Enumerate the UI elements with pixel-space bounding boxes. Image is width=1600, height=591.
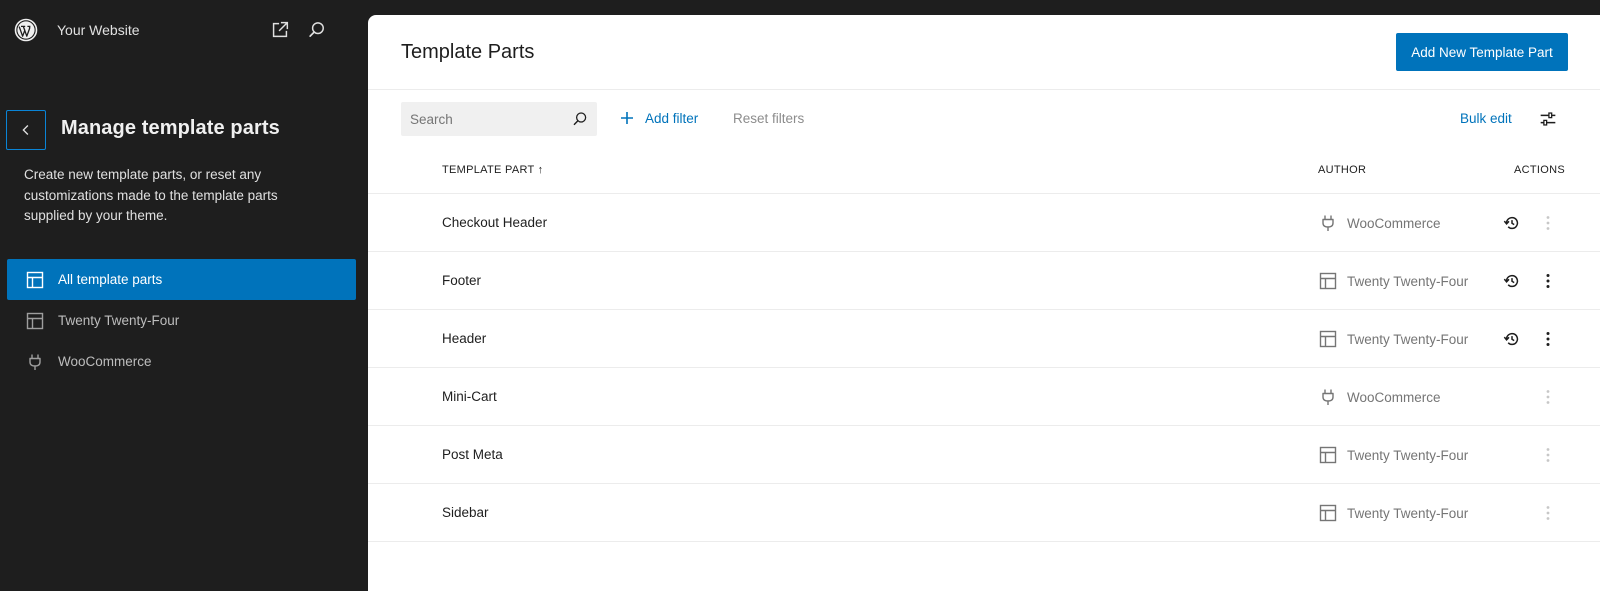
row-author: Twenty Twenty-Four bbox=[1318, 503, 1468, 523]
sidebar: Your Website Manage template parts Creat… bbox=[0, 0, 368, 591]
author-label: WooCommerce bbox=[1347, 215, 1441, 231]
sidebar-item-twenty-twenty-four[interactable]: Twenty Twenty-Four bbox=[7, 300, 356, 341]
plugin-icon bbox=[1322, 389, 1334, 405]
history-icon[interactable] bbox=[1502, 271, 1522, 291]
plugin-icon bbox=[1322, 215, 1334, 231]
sidebar-item-label: WooCommerce bbox=[58, 354, 152, 369]
table-row: Post Meta Twenty Twenty-Four bbox=[368, 426, 1600, 484]
template-part-name[interactable]: Header bbox=[442, 331, 486, 346]
add-filter-button[interactable]: Add filter bbox=[619, 110, 698, 126]
sidebar-topbar: Your Website bbox=[0, 0, 368, 60]
wordpress-logo-icon[interactable] bbox=[14, 18, 38, 42]
row-author: Twenty Twenty-Four bbox=[1318, 271, 1468, 291]
page-title: Template Parts bbox=[401, 41, 535, 63]
more-vertical-icon[interactable] bbox=[1538, 387, 1558, 407]
history-icon[interactable] bbox=[1502, 213, 1522, 233]
sidebar-item-label: All template parts bbox=[58, 272, 163, 287]
history-icon[interactable] bbox=[1502, 329, 1522, 349]
table-row: Checkout Header WooCommerce bbox=[368, 194, 1600, 252]
row-author: WooCommerce bbox=[1318, 387, 1441, 407]
plus-icon bbox=[621, 112, 633, 124]
layout-icon bbox=[26, 312, 44, 329]
author-label: WooCommerce bbox=[1347, 389, 1441, 405]
template-parts-table: Checkout Header WooCommerce Footer Twent… bbox=[368, 194, 1600, 542]
search-input[interactable] bbox=[401, 102, 561, 136]
table-row: Footer Twenty Twenty-Four bbox=[368, 252, 1600, 310]
bulk-edit-button[interactable]: Bulk edit bbox=[1460, 111, 1512, 126]
column-header-actions: Actions bbox=[1514, 164, 1565, 176]
sidebar-item-label: Twenty Twenty-Four bbox=[58, 313, 180, 328]
search-icon[interactable] bbox=[306, 19, 328, 41]
reset-filters-button[interactable]: Reset filters bbox=[733, 111, 804, 126]
sidebar-item-all-template-parts[interactable]: All template parts bbox=[7, 259, 356, 300]
add-filter-label: Add filter bbox=[645, 110, 699, 126]
sidebar-nav: All template parts Twenty Twenty-Four Wo… bbox=[7, 259, 356, 382]
chevron-left-icon bbox=[22, 125, 29, 135]
author-label: Twenty Twenty-Four bbox=[1347, 505, 1469, 521]
more-vertical-icon[interactable] bbox=[1538, 271, 1558, 291]
author-label: Twenty Twenty-Four bbox=[1347, 273, 1469, 289]
table-row: Mini-Cart WooCommerce bbox=[368, 368, 1600, 426]
layout-icon bbox=[1319, 504, 1337, 522]
layout-icon bbox=[1319, 330, 1337, 348]
layout-icon bbox=[1319, 446, 1337, 464]
column-header-template-part[interactable]: Template Part ↑ bbox=[442, 164, 544, 176]
sidebar-title: Manage template parts bbox=[61, 117, 280, 139]
table-row: Header Twenty Twenty-Four bbox=[368, 310, 1600, 368]
sidebar-item-woocommerce[interactable]: WooCommerce bbox=[7, 341, 356, 382]
more-vertical-icon[interactable] bbox=[1538, 445, 1558, 465]
sliders-icon[interactable] bbox=[1537, 108, 1559, 130]
more-vertical-icon[interactable] bbox=[1538, 503, 1558, 523]
sidebar-description: Create new template parts, or reset any … bbox=[24, 167, 278, 223]
author-label: Twenty Twenty-Four bbox=[1347, 331, 1469, 347]
row-author: WooCommerce bbox=[1318, 213, 1441, 233]
plugin-icon bbox=[29, 354, 41, 370]
header-divider bbox=[368, 89, 1600, 90]
search-icon[interactable] bbox=[571, 110, 589, 128]
layout-icon bbox=[1319, 272, 1337, 290]
external-link-icon[interactable] bbox=[269, 19, 291, 41]
row-author: Twenty Twenty-Four bbox=[1318, 445, 1468, 465]
table-row: Sidebar Twenty Twenty-Four bbox=[368, 484, 1600, 542]
template-part-name[interactable]: Checkout Header bbox=[442, 215, 547, 230]
layout-icon bbox=[26, 271, 44, 288]
template-part-name[interactable]: Post Meta bbox=[442, 447, 503, 462]
more-vertical-icon[interactable] bbox=[1538, 213, 1558, 233]
back-button[interactable] bbox=[6, 110, 46, 150]
template-part-name[interactable]: Sidebar bbox=[442, 505, 489, 520]
search-box bbox=[401, 102, 597, 136]
add-new-template-part-button[interactable]: Add New Template Part bbox=[1396, 33, 1568, 71]
author-label: Twenty Twenty-Four bbox=[1347, 447, 1469, 463]
more-vertical-icon[interactable] bbox=[1538, 329, 1558, 349]
row-author: Twenty Twenty-Four bbox=[1318, 329, 1468, 349]
template-part-name[interactable]: Mini-Cart bbox=[442, 389, 497, 404]
site-name[interactable]: Your Website bbox=[57, 22, 140, 38]
template-part-name[interactable]: Footer bbox=[442, 273, 481, 288]
column-header-author[interactable]: Author bbox=[1318, 164, 1366, 176]
main-panel: Template Parts Add New Template Part Add… bbox=[368, 15, 1600, 591]
